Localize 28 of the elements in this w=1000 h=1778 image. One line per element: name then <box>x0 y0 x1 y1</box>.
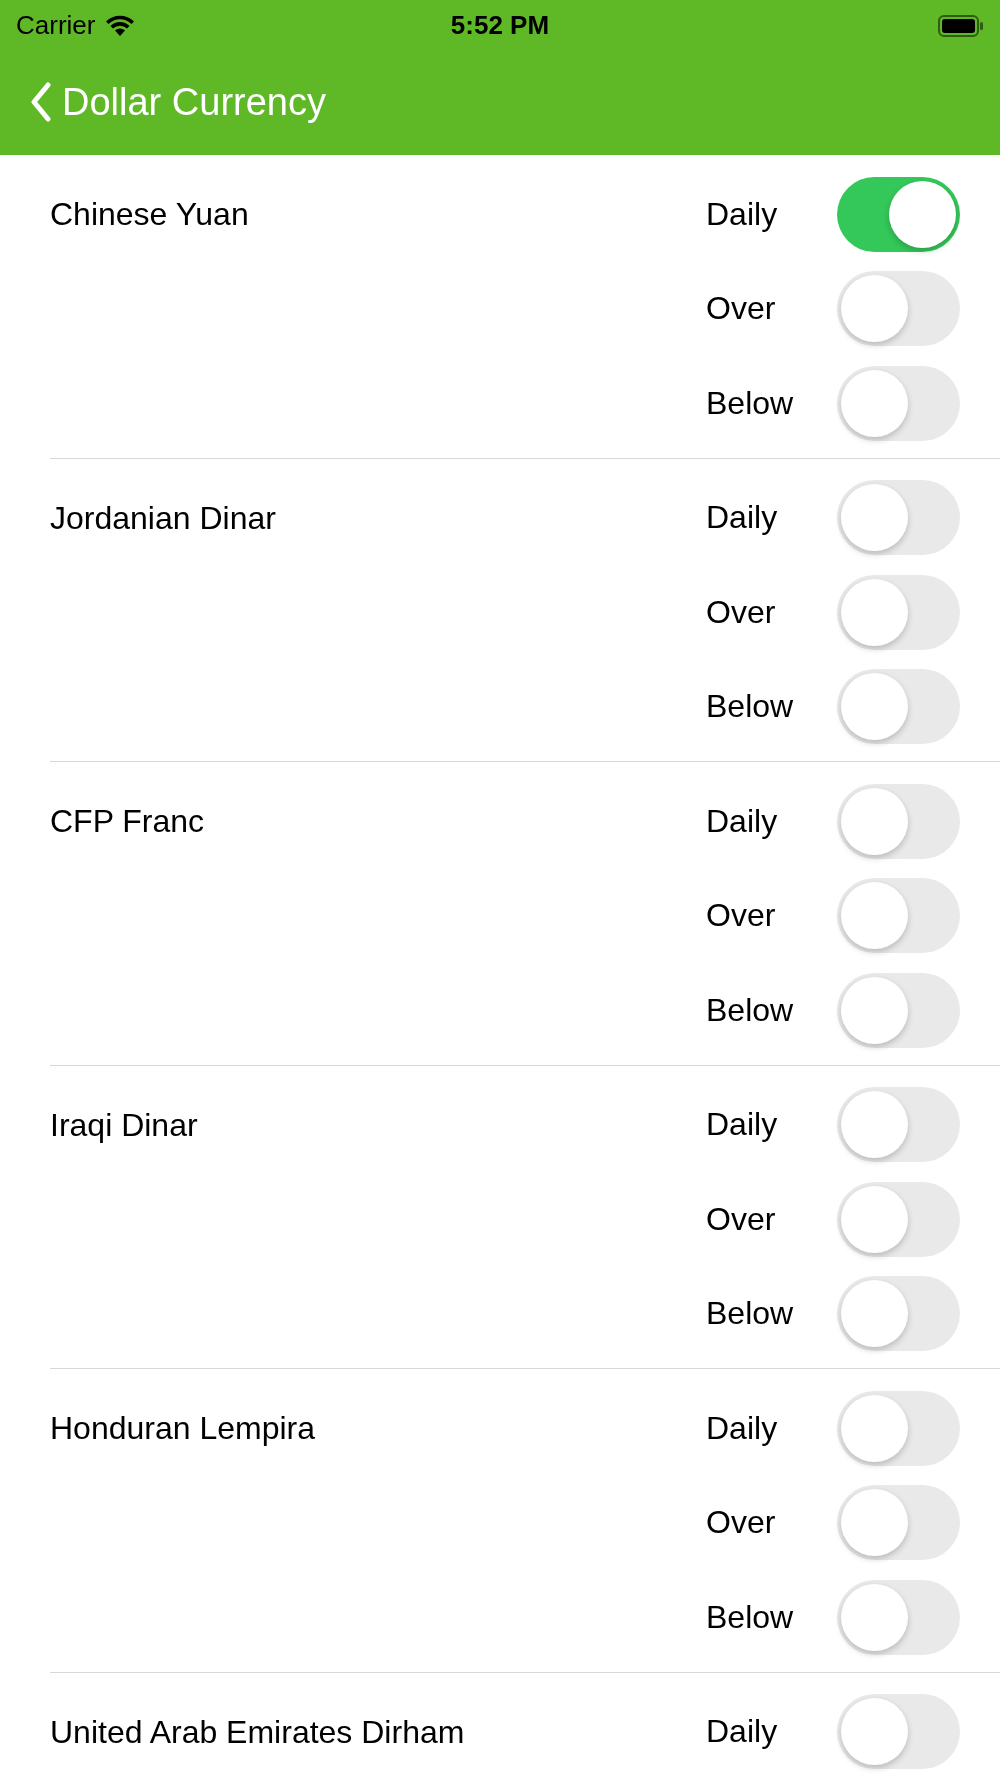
alert-label: Daily <box>706 499 779 537</box>
currency-name: Jordanian Dinar <box>50 498 276 538</box>
currency-name: CFP Franc <box>50 802 205 841</box>
alert-label: Daily <box>706 195 779 233</box>
alert-label: Daily <box>706 802 779 840</box>
alert-label: Over <box>706 593 777 631</box>
status-time: 5:52 PM <box>450 10 550 41</box>
alert-label: Below <box>706 1295 795 1333</box>
alert-label: Below <box>706 1598 795 1636</box>
back-button[interactable]: Dollar Currency <box>30 80 326 124</box>
alert-label: Daily <box>706 1106 779 1144</box>
alert-label: Over <box>706 1504 777 1542</box>
alert-label: Over <box>706 1200 777 1238</box>
alert-label: Daily <box>706 1409 779 1447</box>
currency-name: Honduran Lempira <box>50 1409 316 1448</box>
wifi-icon <box>105 14 136 37</box>
alert-label: Below <box>706 384 795 422</box>
carrier-name: Carrier <box>16 10 96 41</box>
alert-label: Below <box>706 991 795 1029</box>
alert-label: Over <box>706 290 777 328</box>
battery-icon <box>938 14 984 37</box>
currency-name: United Arab Emirates Dirham <box>50 1712 465 1752</box>
alert-label: Over <box>706 897 777 935</box>
currency-name: Chinese Yuan <box>50 195 249 234</box>
currency-name: Iraqi Dinar <box>50 1105 198 1145</box>
alert-label: Daily <box>706 1713 779 1751</box>
alert-label: Below <box>706 688 795 726</box>
back-chevron-icon <box>30 82 52 122</box>
